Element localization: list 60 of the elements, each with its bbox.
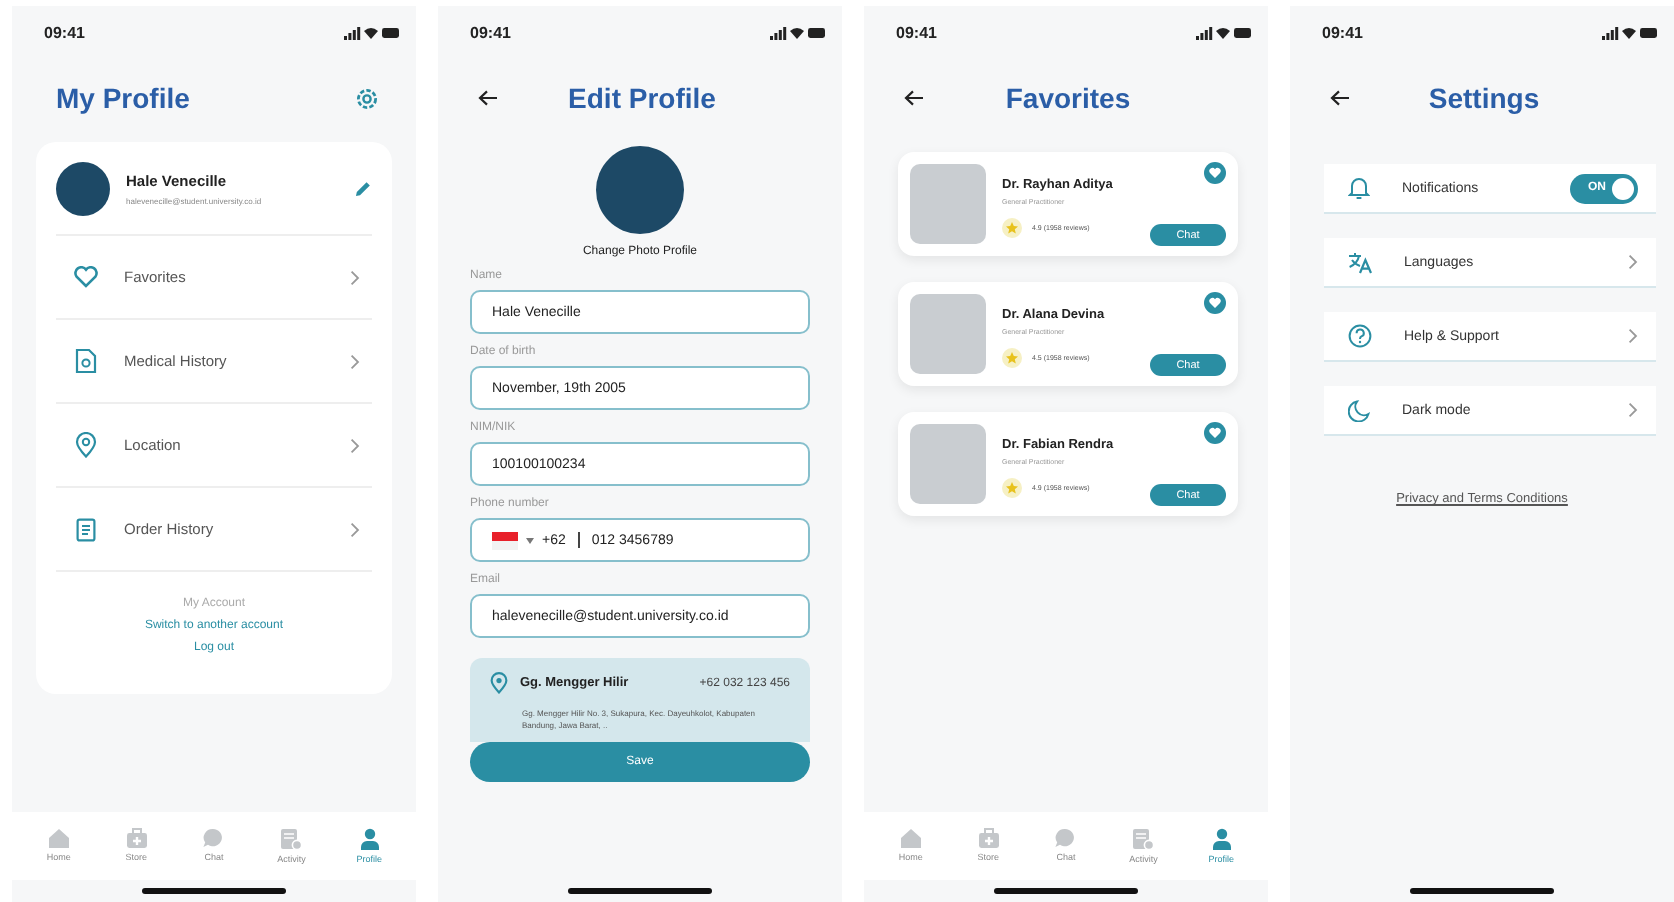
- chevron-right-icon: [350, 521, 360, 537]
- home-indicator: [1410, 888, 1554, 894]
- chevron-right-icon: [1628, 254, 1638, 270]
- back-arrow-icon[interactable]: [1330, 90, 1350, 106]
- status-icons: [770, 25, 826, 39]
- screen-title: Edit Profile: [568, 82, 716, 114]
- flag-icon: [492, 531, 518, 549]
- home-indicator: [568, 888, 712, 894]
- pencil-icon[interactable]: [354, 179, 372, 197]
- avatar: [56, 161, 110, 215]
- person-icon: [359, 828, 380, 850]
- status-time: 09:41: [1322, 23, 1363, 41]
- activity-document-icon: [280, 828, 303, 850]
- location-pin-icon: [72, 432, 100, 458]
- heart-icon: [72, 266, 100, 288]
- chevron-right-icon: [1628, 328, 1638, 344]
- chevron-right-icon: [350, 437, 360, 453]
- home-icon: [899, 828, 922, 848]
- home-indicator: [994, 888, 1138, 894]
- status-time: 09:41: [470, 23, 511, 41]
- chevron-right-icon: [350, 353, 360, 369]
- profile-photo[interactable]: [596, 146, 684, 234]
- screen-title: Settings: [1428, 82, 1540, 114]
- heart-icon[interactable]: [1204, 292, 1226, 314]
- status-time: 09:41: [44, 23, 85, 41]
- medical-file-icon: [72, 348, 100, 374]
- status-icons: [344, 25, 400, 39]
- status-time: 09:41: [896, 23, 937, 41]
- activity-document-icon: [1132, 828, 1155, 850]
- photo-placeholder: [910, 294, 986, 374]
- chevron-right-icon: [350, 269, 360, 285]
- screen-title: My Profile: [56, 82, 190, 114]
- help-circle-icon: [1348, 324, 1372, 348]
- chevron-right-icon: [1628, 402, 1638, 418]
- back-arrow-icon[interactable]: [478, 90, 498, 106]
- screen-title: Favorites: [1005, 82, 1131, 114]
- bell-icon: [1348, 176, 1370, 200]
- caret-icon: [526, 537, 534, 543]
- medical-bag-icon: [977, 828, 1000, 848]
- person-icon: [1211, 828, 1232, 850]
- document-icon: [72, 517, 100, 541]
- photo-placeholder: [910, 424, 986, 504]
- settings-icon[interactable]: [354, 85, 380, 111]
- star-icon: [1002, 348, 1022, 368]
- chat-bubble-icon: [202, 828, 225, 848]
- back-arrow-icon[interactable]: [904, 90, 924, 106]
- home-indicator: [142, 888, 286, 894]
- location-pin-icon: [490, 672, 508, 694]
- moon-icon: [1348, 399, 1370, 421]
- heart-icon[interactable]: [1204, 422, 1226, 444]
- heart-icon[interactable]: [1204, 162, 1226, 184]
- medical-bag-icon: [125, 828, 148, 848]
- star-icon: [1002, 478, 1022, 498]
- chat-bubble-icon: [1054, 828, 1077, 848]
- translate-icon: [1348, 251, 1372, 273]
- star-icon: [1002, 218, 1022, 238]
- photo-placeholder: [910, 164, 986, 244]
- status-icons: [1196, 25, 1252, 39]
- status-icons: [1602, 25, 1658, 39]
- home-icon: [47, 828, 70, 848]
